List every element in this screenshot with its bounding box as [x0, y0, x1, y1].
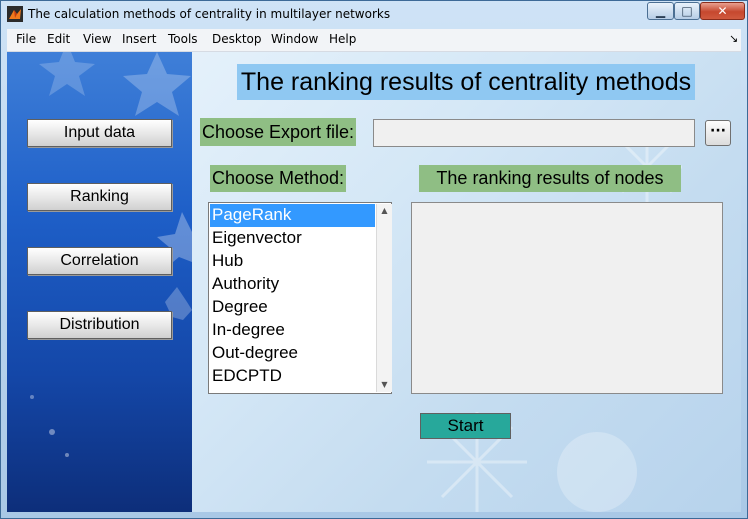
choose-method-label: Choose Method:: [210, 165, 346, 192]
input-data-button[interactable]: Input data: [27, 119, 172, 147]
ranking-results-box[interactable]: [411, 202, 723, 394]
method-option-pagerank[interactable]: PageRank: [210, 204, 375, 227]
menu-bar: File Edit View Insert Tools Desktop Wind…: [7, 29, 741, 52]
matlab-app-icon: [7, 6, 23, 22]
menu-view[interactable]: View: [83, 32, 111, 46]
export-file-field[interactable]: [373, 119, 695, 147]
maximize-button[interactable]: □: [674, 2, 700, 20]
scroll-down-icon[interactable]: ▼: [377, 378, 392, 392]
browse-button[interactable]: ···: [705, 120, 731, 146]
minimize-button[interactable]: ▁: [647, 2, 674, 20]
method-option-edcptd[interactable]: EDCPTD: [210, 365, 375, 388]
correlation-button[interactable]: Correlation: [27, 247, 172, 275]
method-option-out-degree[interactable]: Out-degree: [210, 342, 375, 365]
title-bar[interactable]: The calculation methods of centrality in…: [1, 1, 747, 28]
menu-help[interactable]: Help: [329, 32, 356, 46]
ranking-button[interactable]: Ranking: [27, 183, 172, 211]
method-option-authority[interactable]: Authority: [210, 273, 375, 296]
menu-edit[interactable]: Edit: [47, 32, 70, 46]
page-title: The ranking results of centrality method…: [237, 64, 695, 100]
method-option-degree[interactable]: Degree: [210, 296, 375, 319]
method-option-eigenvector[interactable]: Eigenvector: [210, 227, 375, 250]
close-button[interactable]: ✕: [700, 2, 745, 20]
application-window: The calculation methods of centrality in…: [0, 0, 748, 519]
scroll-up-icon[interactable]: ▲: [377, 204, 392, 218]
dock-arrow-icon[interactable]: ↘: [729, 32, 738, 45]
distribution-button[interactable]: Distribution: [27, 311, 172, 339]
method-scrollbar[interactable]: ▲ ▼: [376, 204, 392, 392]
ranking-results-label: The ranking results of nodes: [419, 165, 681, 192]
menu-tools[interactable]: Tools: [168, 32, 198, 46]
method-listbox[interactable]: PageRank Eigenvector Hub Authority Degre…: [208, 202, 392, 394]
start-button[interactable]: Start: [420, 413, 511, 439]
method-option-hub[interactable]: Hub: [210, 250, 375, 273]
export-file-label: Choose Export file:: [200, 118, 356, 146]
menu-window[interactable]: Window: [271, 32, 318, 46]
sidebar-panel: Input data Ranking Correlation Distribut…: [7, 52, 192, 512]
window-title: The calculation methods of centrality in…: [28, 7, 391, 21]
figure-area: Input data Ranking Correlation Distribut…: [7, 52, 741, 512]
menu-insert[interactable]: Insert: [122, 32, 156, 46]
menu-desktop[interactable]: Desktop: [212, 32, 262, 46]
menu-file[interactable]: File: [16, 32, 36, 46]
method-option-in-degree[interactable]: In-degree: [210, 319, 375, 342]
